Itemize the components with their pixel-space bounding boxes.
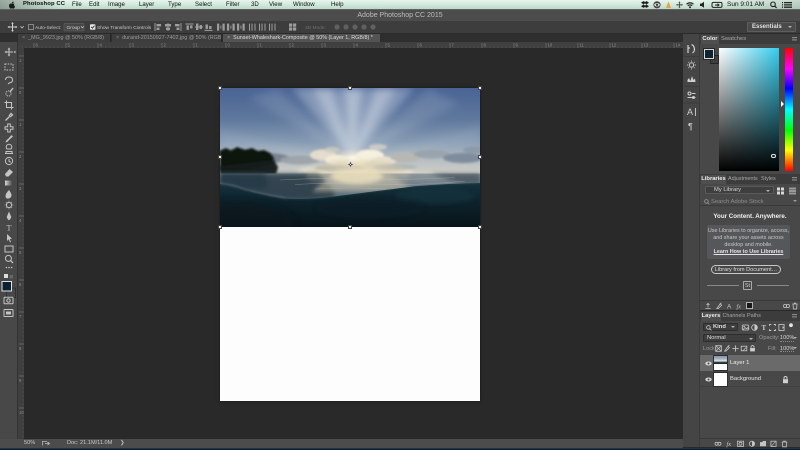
svg-text:¶: ¶ [688, 121, 693, 131]
svg-text:Auto-Select:: Auto-Select: [35, 25, 61, 31]
svg-text:Show Transform Controls: Show Transform Controls [97, 25, 152, 31]
svg-text:T: T [762, 324, 767, 332]
svg-text:Group: Group [67, 25, 81, 31]
svg-text:A: A [727, 303, 732, 310]
svg-text:A: A [687, 107, 693, 117]
svg-text:3D Mode:: 3D Mode: [305, 25, 326, 31]
svg-text:fx: fx [737, 303, 742, 310]
svg-text:T: T [6, 222, 12, 232]
